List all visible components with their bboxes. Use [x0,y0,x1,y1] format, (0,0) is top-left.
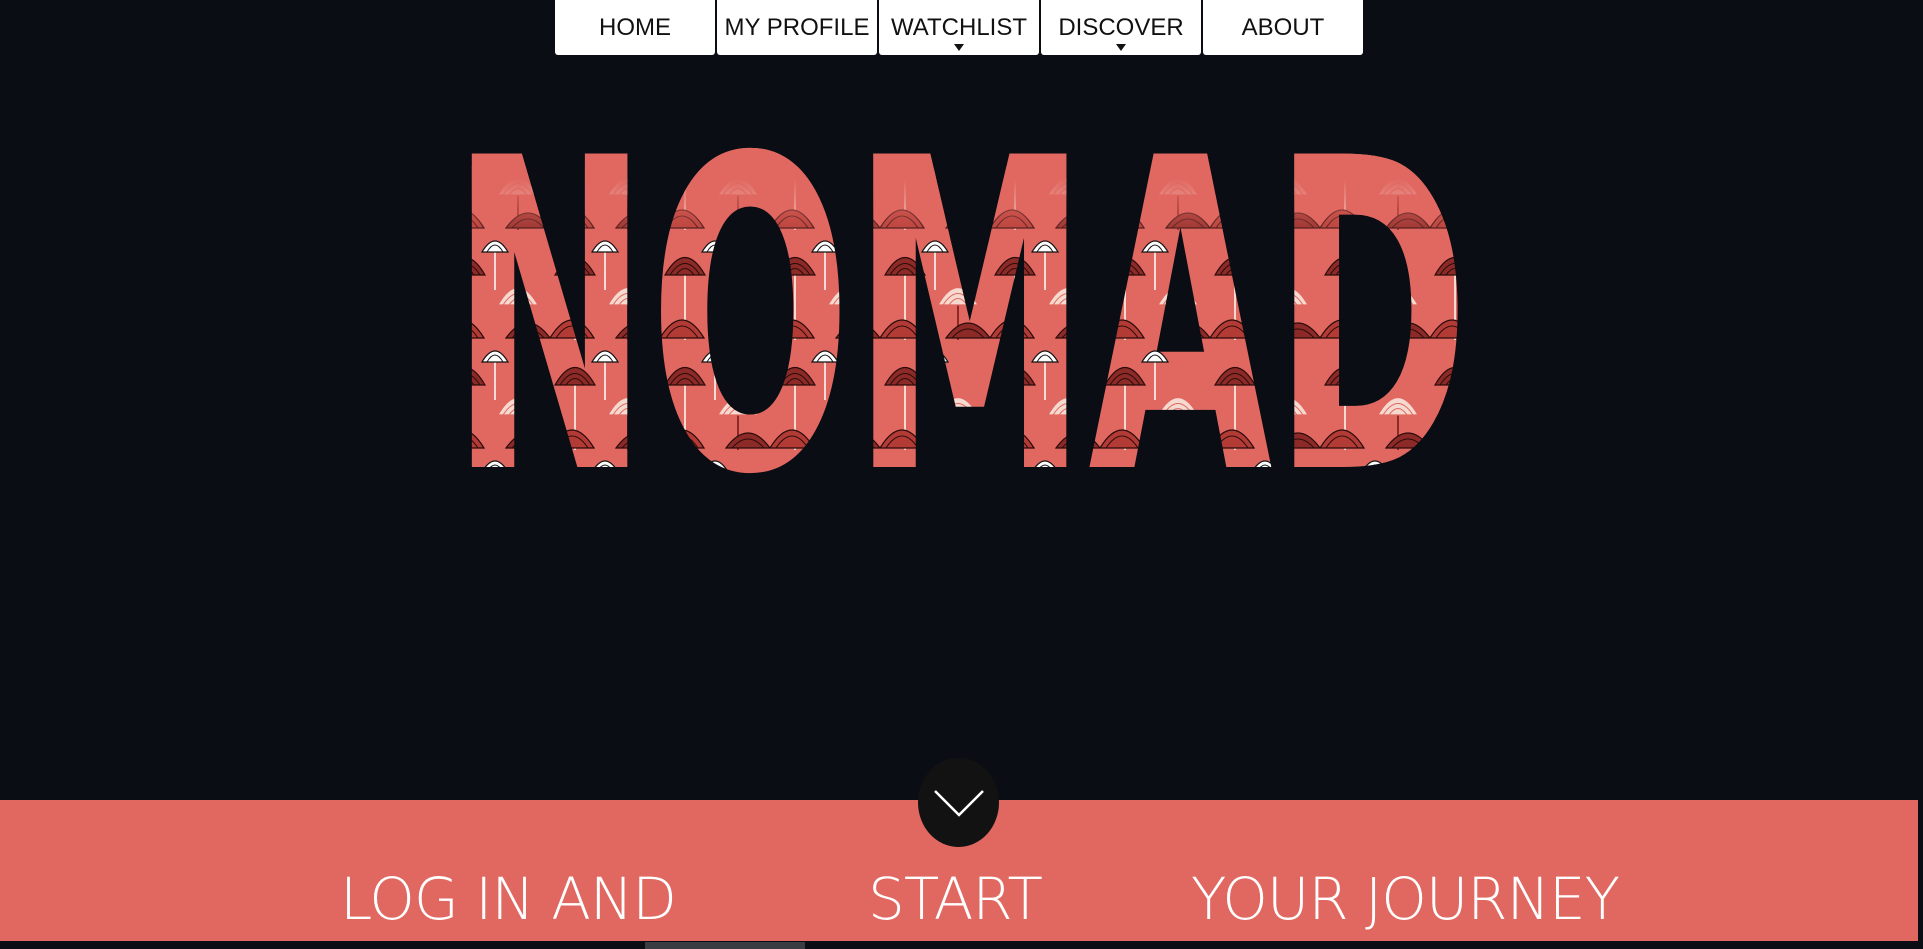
nav-home-label: HOME [599,13,671,41]
scroll-down-button[interactable] [918,758,999,847]
page: HOME MY PROFILE WATCHLIST DISCOVER ABOUT [0,0,1923,949]
nav-about[interactable]: ABOUT [1203,0,1363,55]
hero-logo: NOMAD NOMAD [440,120,1480,480]
scroll-thumb[interactable] [645,942,805,949]
nav-home[interactable]: HOME [555,0,715,55]
chevron-down-icon [933,789,984,817]
nomad-logo-svg: NOMAD NOMAD [450,120,1470,480]
cta-text-journey: YOUR JOURNEY [1191,865,1620,933]
right-edge [1918,0,1923,949]
caret-down-icon [954,44,964,51]
caret-down-icon [1116,44,1126,51]
nomad-letters: NOMAD NOMAD [450,120,1470,480]
cta-text-login: LOG IN AND [340,865,677,933]
nav-discover[interactable]: DISCOVER [1041,0,1201,55]
nav-discover-label: DISCOVER [1058,13,1184,41]
nav-my-profile-label: MY PROFILE [724,13,870,41]
main-nav: HOME MY PROFILE WATCHLIST DISCOVER ABOUT [555,0,1363,55]
nomad-logo-overlay: NOMAD [450,120,1470,480]
nav-watchlist[interactable]: WATCHLIST [879,0,1039,55]
cta-text-start: START [868,865,1043,933]
nav-about-label: ABOUT [1241,13,1325,41]
nav-watchlist-label: WATCHLIST [891,13,1027,41]
bottom-strip [0,941,1923,949]
nav-my-profile[interactable]: MY PROFILE [717,0,877,55]
